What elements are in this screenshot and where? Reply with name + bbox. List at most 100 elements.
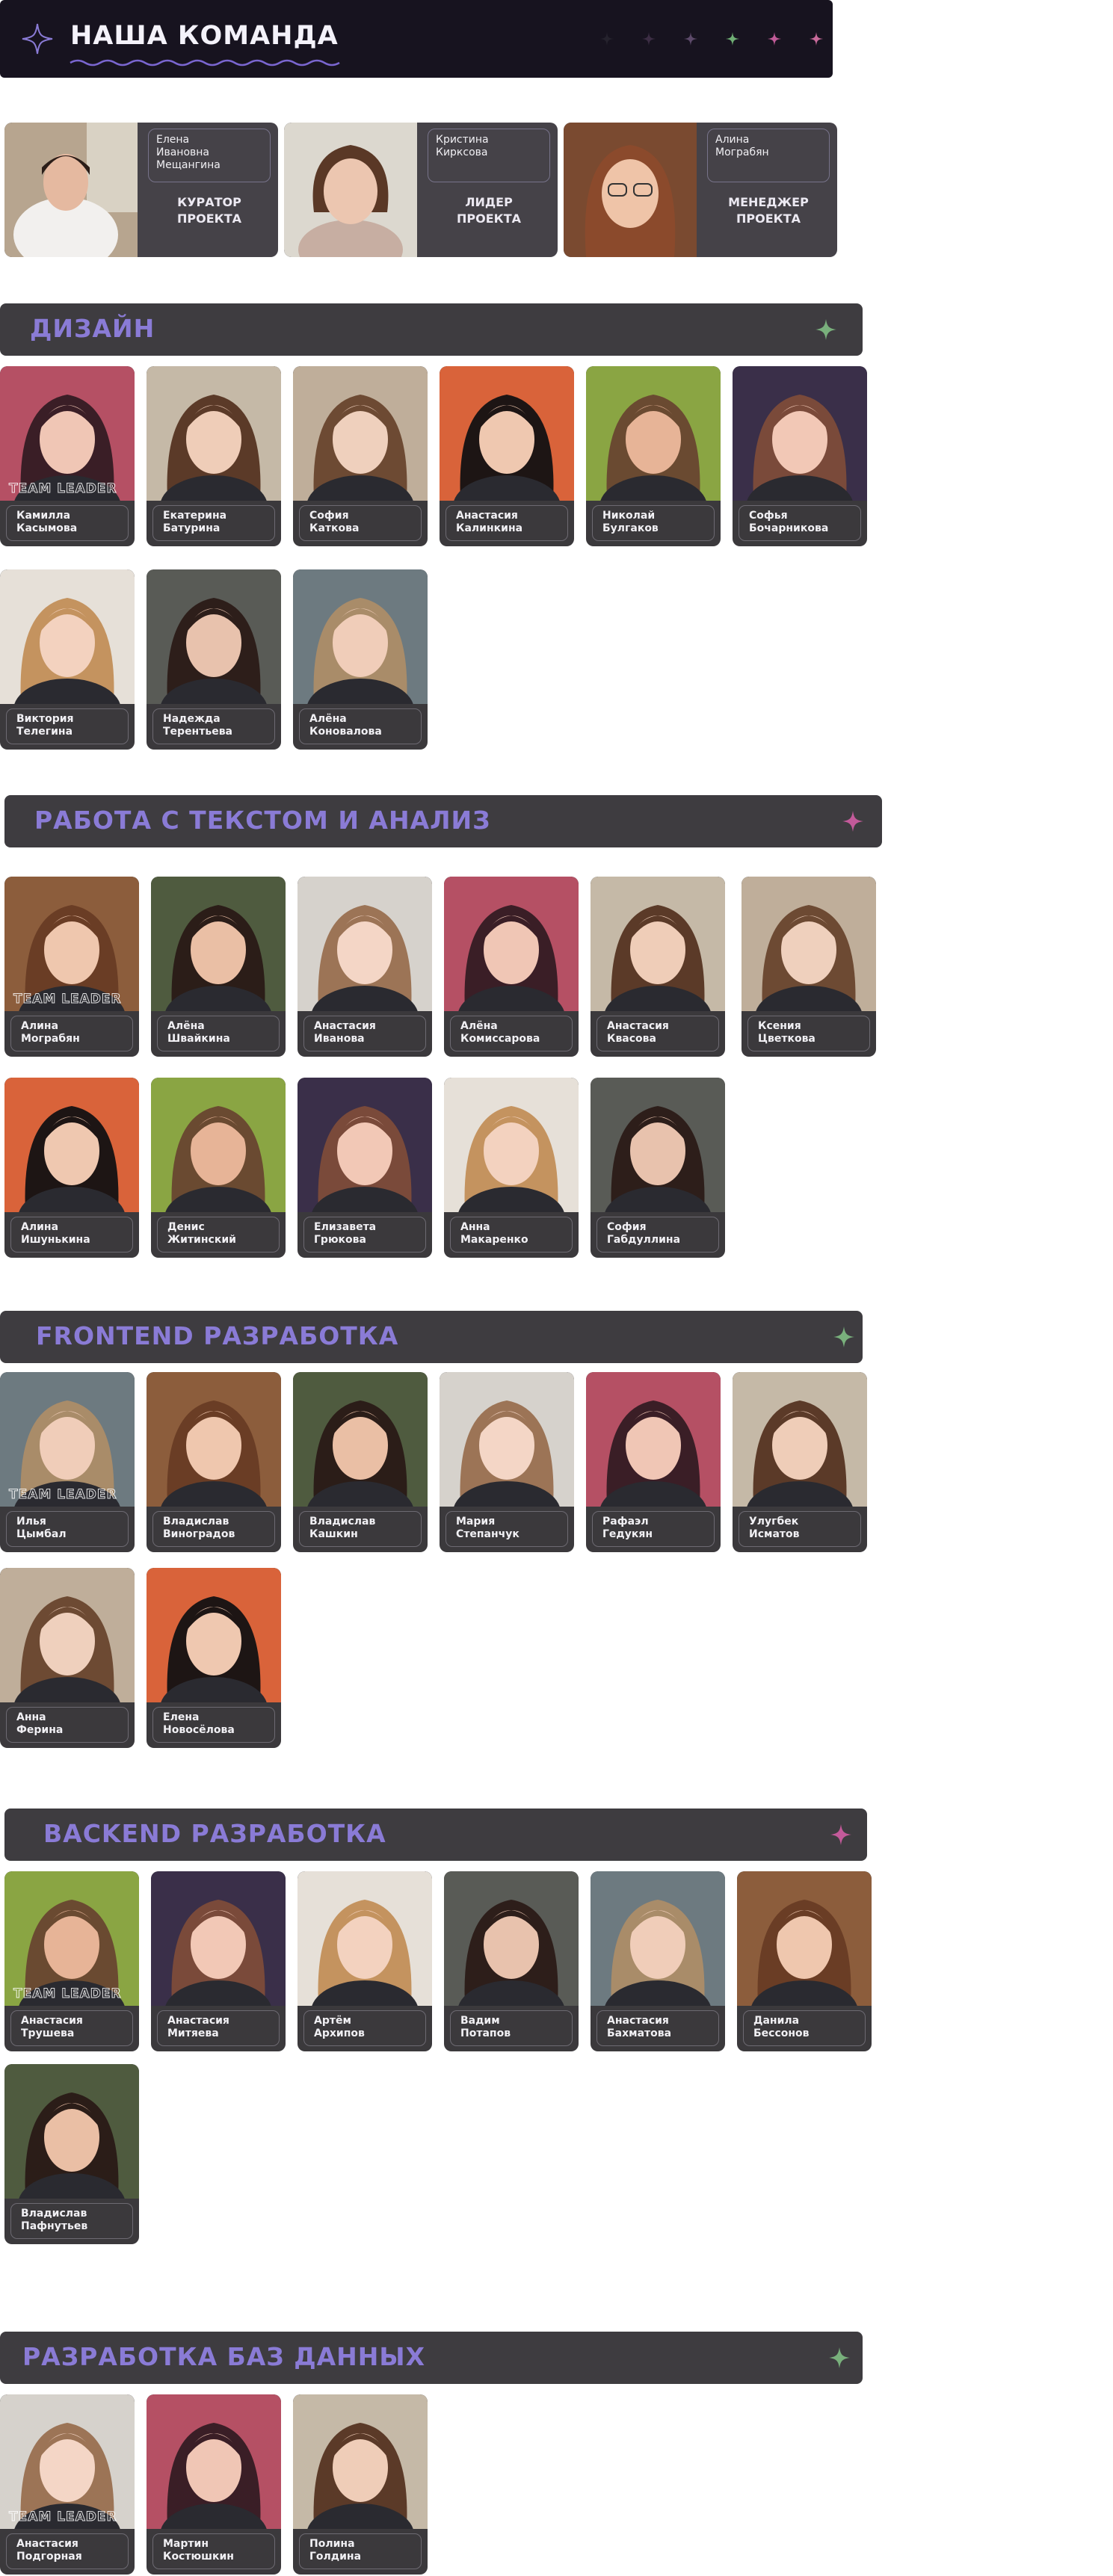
member-card: Алёна Коновалова <box>293 569 428 750</box>
member-photo <box>591 1871 725 2006</box>
member-card: Анна Макаренко <box>444 1078 579 1258</box>
member-name: Ксения Цветкова <box>747 1016 870 1051</box>
pink-star-icon <box>842 811 863 832</box>
team-leader-label: TEAM LEADER <box>9 2509 117 2525</box>
member-card: TEAM LEADER Илья Цымбал <box>0 1372 135 1552</box>
sparkle-icon <box>22 23 53 55</box>
team-leader-label: TEAM LEADER <box>13 992 122 1007</box>
member-name: Анастасия Квасова <box>596 1016 719 1051</box>
member-card: Николай Булгаков <box>586 366 721 546</box>
member-name: Мартин Костюшкин <box>152 2533 275 2569</box>
section-header: ДИЗАЙН <box>0 303 863 356</box>
section-header: FRONTEND РАЗРАБОТКА <box>0 1311 863 1363</box>
member-photo <box>147 2394 281 2529</box>
member-name: Анна Ферина <box>6 1707 129 1743</box>
section-title: РАБОТА С ТЕКСТОМ И АНАЛИЗ <box>34 806 491 835</box>
member-name: Алёна Комиссарова <box>450 1016 573 1051</box>
member-photo <box>151 1078 286 1212</box>
member-photo <box>591 877 725 1011</box>
member-photo <box>733 366 867 501</box>
member-name: Анастасия Калинкина <box>445 505 568 541</box>
member-name: Анастасия Митяева <box>157 2010 280 2046</box>
member-name: Анна Макаренко <box>450 1217 573 1253</box>
member-photo <box>293 1372 428 1507</box>
member-card: София Габдуллина <box>591 1078 725 1258</box>
lead-name: Кристина Кирксова <box>428 129 550 182</box>
decorative-stars-icon <box>600 32 823 46</box>
member-photo <box>733 1372 867 1507</box>
member-card: Алина Ишунькина <box>4 1078 139 1258</box>
page-header: НАША КОМАНДА <box>0 0 833 78</box>
member-photo <box>591 1078 725 1212</box>
lead-name: Елена Ивановна Мещангина <box>148 129 271 182</box>
pink-star-icon <box>830 1824 851 1845</box>
member-photo <box>440 1372 574 1507</box>
member-card: Елена Новосёлова <box>147 1568 281 1748</box>
member-photo <box>151 877 286 1011</box>
green-star-icon <box>816 319 836 340</box>
member-name: Улугбек Исматов <box>739 1511 861 1547</box>
member-photo <box>293 2394 428 2529</box>
section-title: ДИЗАЙН <box>30 314 155 343</box>
member-name: Камилла Касымова <box>6 505 129 541</box>
member-card: Рафаэл Гедукян <box>586 1372 721 1552</box>
member-photo <box>0 1568 135 1702</box>
member-photo <box>4 1871 139 2006</box>
member-photo <box>0 1372 135 1507</box>
member-photo <box>737 1871 872 2006</box>
member-card: Ксения Цветкова <box>742 877 876 1057</box>
member-card: Денис Житинский <box>151 1078 286 1258</box>
member-name: София Каткова <box>299 505 422 541</box>
member-card: Улугбек Исматов <box>733 1372 867 1552</box>
member-card: Надежда Терентьева <box>147 569 281 750</box>
member-name: Алёна Коновалова <box>299 708 422 744</box>
member-card: Анастасия Калинкина <box>440 366 574 546</box>
member-name: София Габдуллина <box>596 1217 719 1253</box>
section-header: BACKEND РАЗРАБОТКА <box>4 1809 867 1861</box>
member-photo <box>444 1078 579 1212</box>
member-name: Анастасия Бахматова <box>596 2010 719 2046</box>
member-name: Полина Голдина <box>299 2533 422 2569</box>
member-photo <box>151 1871 286 2006</box>
member-photo <box>444 1871 579 2006</box>
member-name: Елена Новосёлова <box>152 1707 275 1743</box>
team-leader-label: TEAM LEADER <box>9 481 117 497</box>
member-card: Алёна Швайкина <box>151 877 286 1057</box>
member-photo <box>4 1078 139 1212</box>
member-card: TEAM LEADER Анастасия Подгорная <box>0 2394 135 2575</box>
member-name: Софья Бочарникова <box>739 505 861 541</box>
wave-underline <box>70 59 340 67</box>
member-card: Софья Бочарникова <box>733 366 867 546</box>
member-name: Николай Булгаков <box>592 505 715 541</box>
section-title: BACKEND РАЗРАБОТКА <box>43 1819 386 1848</box>
member-name: Екатерина Батурина <box>152 505 275 541</box>
photo <box>564 123 697 257</box>
member-card: Владислав Кашкин <box>293 1372 428 1552</box>
lead-card-leader: Кристина Кирксова ЛИДЕР ПРОЕКТА <box>284 123 558 257</box>
member-photo <box>147 366 281 501</box>
member-card: Вадим Потапов <box>444 1871 579 2051</box>
member-photo <box>297 1078 432 1212</box>
member-name: Данила Бессонов <box>743 2010 866 2046</box>
member-card: Мартин Костюшкин <box>147 2394 281 2575</box>
member-card: Анна Ферина <box>0 1568 135 1748</box>
member-name: Алёна Швайкина <box>157 1016 280 1051</box>
member-name: Анастасия Подгорная <box>6 2533 129 2569</box>
member-card: TEAM LEADER Анастасия Трушева <box>4 1871 139 2051</box>
team-leader-label: TEAM LEADER <box>9 1487 117 1503</box>
member-name: Владислав Пафнутьев <box>10 2203 133 2239</box>
member-name: Алина Ишунькина <box>10 1217 133 1253</box>
member-name: Мария Степанчук <box>445 1511 568 1547</box>
member-photo <box>147 569 281 704</box>
green-star-icon <box>829 2347 850 2368</box>
member-photo <box>444 877 579 1011</box>
page-title: НАША КОМАНДА <box>70 21 339 51</box>
member-photo <box>0 2394 135 2529</box>
member-card: Данила Бессонов <box>737 1871 872 2051</box>
member-card: Полина Голдина <box>293 2394 428 2575</box>
member-photo <box>293 569 428 704</box>
member-card: TEAM LEADER Камилла Касымова <box>0 366 135 546</box>
member-photo <box>147 1568 281 1702</box>
member-photo <box>0 366 135 501</box>
section-title: FRONTEND РАЗРАБОТКА <box>36 1321 399 1350</box>
